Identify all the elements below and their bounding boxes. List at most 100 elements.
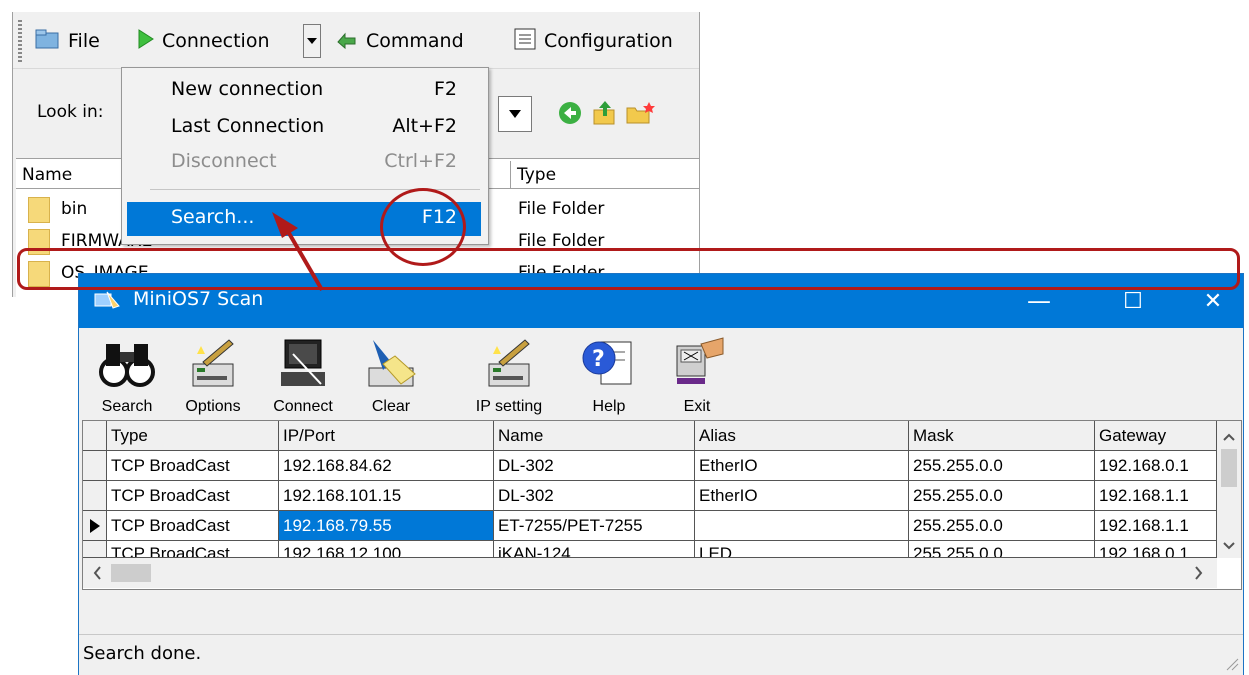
table-cell[interactable]: 255.255.0.0 <box>909 481 1095 511</box>
table-cell[interactable]: 255.255.0.0 <box>909 451 1095 481</box>
vertical-scrollbar[interactable] <box>1217 421 1241 558</box>
table-cell[interactable]: 192.168.0.1 <box>1095 541 1217 558</box>
menu-command-label: Command <box>366 30 464 52</box>
table-cell[interactable]: LED <box>695 541 909 558</box>
look-in-dropdown-button[interactable] <box>498 96 532 132</box>
scroll-down-icon[interactable] <box>1217 535 1241 555</box>
scroll-left-icon[interactable] <box>87 558 107 588</box>
new-folder-icon[interactable] <box>625 100 655 131</box>
chevron-down-icon <box>509 110 521 118</box>
table-cell[interactable]: TCP BroadCast <box>107 511 279 541</box>
exit-button-label: Exit <box>683 398 711 415</box>
connection-dropdown-button[interactable] <box>303 24 321 58</box>
svg-text:?: ? <box>592 347 605 372</box>
column-header[interactable]: Gateway <box>1095 421 1217 451</box>
table-cell[interactable] <box>695 511 909 541</box>
search-button[interactable]: Search <box>87 334 167 416</box>
table-cell[interactable]: 192.168.1.1 <box>1095 481 1217 511</box>
menu-connection-label: Connection <box>162 30 270 52</box>
clear-button[interactable]: Clear <box>351 334 431 416</box>
row-indicator[interactable] <box>83 451 107 481</box>
vertical-scroll-thumb[interactable] <box>1221 449 1237 487</box>
up-folder-icon[interactable] <box>591 98 619 131</box>
current-row-arrow-icon <box>89 518 100 533</box>
row-indicator-header <box>83 421 107 451</box>
menu-connection[interactable]: Connection <box>137 26 270 56</box>
menu-file-label: File <box>68 30 100 52</box>
connect-button[interactable]: Connect <box>263 334 343 416</box>
look-in-label: Look in: <box>37 102 104 122</box>
help-button[interactable]: ? Help <box>569 334 649 416</box>
column-header-name[interactable]: Name <box>16 161 136 189</box>
help-icon: ? <box>582 341 632 385</box>
menu-file[interactable]: File <box>35 26 100 56</box>
file-type: File Folder <box>518 199 605 219</box>
options-button[interactable]: Options <box>173 334 253 416</box>
back-icon[interactable] <box>557 100 583 131</box>
column-header[interactable]: Type <box>107 421 279 451</box>
ip-setting-button[interactable]: IP setting <box>459 334 559 416</box>
table-cell[interactable]: DL-302 <box>494 451 695 481</box>
horizontal-scroll-thumb[interactable] <box>111 564 151 582</box>
row-indicator-current[interactable] <box>83 511 107 541</box>
horizontal-scrollbar[interactable] <box>83 558 1217 588</box>
column-header[interactable]: Name <box>494 421 695 451</box>
table-cell[interactable]: 192.168.84.62 <box>279 451 494 481</box>
broom-icon <box>368 340 416 387</box>
table-cell[interactable]: iKAN-124 <box>494 541 695 558</box>
table-cell[interactable]: TCP BroadCast <box>107 481 279 511</box>
table-cell-selected[interactable]: 192.168.79.55 <box>279 511 494 541</box>
file-icon <box>35 28 61 55</box>
column-header-type[interactable]: Type <box>511 161 699 189</box>
resize-grip-icon[interactable] <box>1225 657 1239 671</box>
toolbar-grip <box>18 20 22 62</box>
table-cell[interactable]: EtherIO <box>695 451 909 481</box>
options-button-label: Options <box>185 398 241 415</box>
folder-icon <box>28 197 50 223</box>
row-indicator[interactable] <box>83 541 107 558</box>
device-table: Type IP/Port Name Alias Mask Gateway TCP… <box>82 420 1242 590</box>
column-header[interactable]: Alias <box>695 421 909 451</box>
table-cell[interactable]: 192.168.101.15 <box>279 481 494 511</box>
window-title: MiniOS7 Scan <box>133 288 264 310</box>
table-cell[interactable]: 255.255.0.0 <box>909 511 1095 541</box>
search-button-label: Search <box>101 398 153 415</box>
menu-item-label: New connection <box>171 78 324 100</box>
exit-icon <box>676 337 724 384</box>
file-name: bin <box>61 199 88 219</box>
scroll-up-icon[interactable] <box>1217 427 1241 447</box>
table-cell[interactable]: EtherIO <box>695 481 909 511</box>
menu-item-new-connection[interactable]: New connection F2 <box>127 74 481 108</box>
menu-item-disconnect: Disconnect Ctrl+F2 <box>127 146 481 180</box>
clear-button-label: Clear <box>371 398 411 415</box>
scroll-right-icon[interactable] <box>1189 558 1209 588</box>
table-cell[interactable]: TCP BroadCast <box>107 541 279 558</box>
table-cell[interactable]: TCP BroadCast <box>107 451 279 481</box>
options-icon <box>192 339 234 387</box>
help-button-label: Help <box>592 398 626 415</box>
menu-command[interactable]: Command <box>335 26 464 56</box>
table-cell[interactable]: DL-302 <box>494 481 695 511</box>
column-header[interactable]: Mask <box>909 421 1095 451</box>
menu-configuration-label: Configuration <box>544 30 673 52</box>
row-indicator[interactable] <box>83 481 107 511</box>
table-cell[interactable]: 255.255.0.0 <box>909 541 1095 558</box>
command-icon <box>335 28 359 55</box>
table-cell[interactable]: 192.168.1.1 <box>1095 511 1217 541</box>
configuration-icon <box>513 27 537 56</box>
minios7-scan-window: MiniOS7 Scan — ☐ ✕ Search Options Connec… <box>78 273 1244 675</box>
status-bar: Search done. <box>79 634 1243 675</box>
annotation-row-highlight <box>17 248 1240 290</box>
table-cell[interactable]: ET-7255/PET-7255 <box>494 511 695 541</box>
table-cell[interactable]: 192.168.0.1 <box>1095 451 1217 481</box>
exit-button[interactable]: Exit <box>657 334 737 416</box>
menu-item-shortcut: F2 <box>433 78 457 100</box>
menu-item-last-connection[interactable]: Last Connection Alt+F2 <box>127 111 481 145</box>
connect-button-label: Connect <box>273 398 333 415</box>
column-header[interactable]: IP/Port <box>279 421 494 451</box>
chevron-down-icon <box>307 38 317 44</box>
table-cell[interactable]: 192.168.12.100 <box>279 541 494 558</box>
menu-item-label: Last Connection <box>171 115 325 137</box>
binoculars-icon <box>99 344 155 387</box>
menu-configuration[interactable]: Configuration <box>513 26 673 56</box>
